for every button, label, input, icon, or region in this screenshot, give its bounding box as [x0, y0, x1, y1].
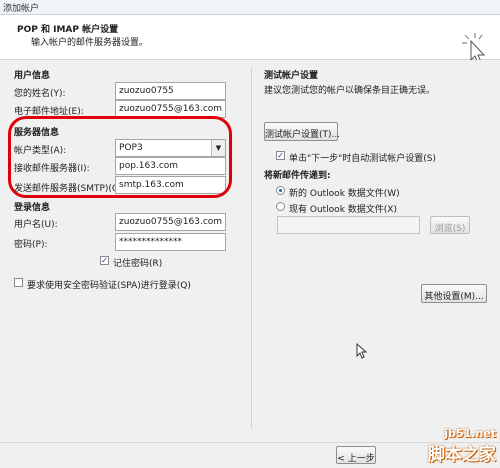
- more-settings-button[interactable]: 其他设置(M)...: [421, 284, 487, 303]
- datafile-path-input[interactable]: [277, 216, 420, 234]
- watermark-text: 脚本之家: [428, 445, 496, 465]
- test-description: 建议您测试您的帐户以确保条目正确无误。: [264, 86, 436, 96]
- user-info-heading: 用户信息: [14, 71, 51, 81]
- remember-password-checkbox[interactable]: ✓: [100, 256, 109, 265]
- page-title: POP 和 IMAP 帐户设置: [17, 25, 119, 35]
- remember-password-label: 记住密码(R): [113, 259, 163, 269]
- username-label: 用户名(U):: [14, 220, 58, 230]
- password-label: 密码(P):: [14, 240, 48, 250]
- password-input[interactable]: **************: [115, 233, 226, 251]
- back-button[interactable]: < 上一步: [336, 446, 376, 464]
- test-account-button[interactable]: 测试帐户设置(T)...: [264, 122, 340, 141]
- column-divider: [251, 68, 252, 428]
- existing-datafile-label: 现有 Outlook 数据文件(X): [289, 205, 397, 215]
- watermark-url: jb51.net: [444, 427, 496, 440]
- highlight-ring: [8, 116, 232, 198]
- new-datafile-radio[interactable]: [276, 186, 285, 195]
- login-info-heading: 登录信息: [14, 203, 51, 213]
- new-datafile-label: 新的 Outlook 数据文件(W): [289, 189, 400, 199]
- window-title: 添加帐户: [3, 4, 40, 14]
- username-input[interactable]: zuozuo0755@163.com: [115, 213, 226, 231]
- test-heading: 测试帐户设置: [264, 71, 319, 81]
- browse-button[interactable]: 浏览(S): [430, 216, 470, 234]
- page-subtitle: 输入帐户的邮件服务器设置。: [31, 38, 149, 48]
- title-bar: 添加帐户: [0, 0, 500, 15]
- deliver-heading: 将新邮件传递到:: [264, 171, 331, 181]
- auto-test-label: 单击"下一步"时自动测试帐户设置(S): [289, 154, 437, 164]
- mouse-pointer-icon: [356, 343, 368, 359]
- name-label: 您的姓名(Y):: [14, 89, 66, 99]
- name-input[interactable]: zuozuo0755: [115, 82, 226, 100]
- spa-checkbox[interactable]: [14, 278, 23, 287]
- watermark: jb51.net 脚本之家: [428, 427, 496, 465]
- existing-datafile-radio[interactable]: [276, 202, 285, 211]
- wizard-footer: < 上一步: [0, 442, 500, 468]
- spa-label: 要求使用安全密码验证(SPA)进行登录(Q): [27, 281, 191, 291]
- auto-test-checkbox[interactable]: ✓: [276, 151, 285, 160]
- wizard-header: POP 和 IMAP 帐户设置 输入帐户的邮件服务器设置。: [0, 15, 500, 64]
